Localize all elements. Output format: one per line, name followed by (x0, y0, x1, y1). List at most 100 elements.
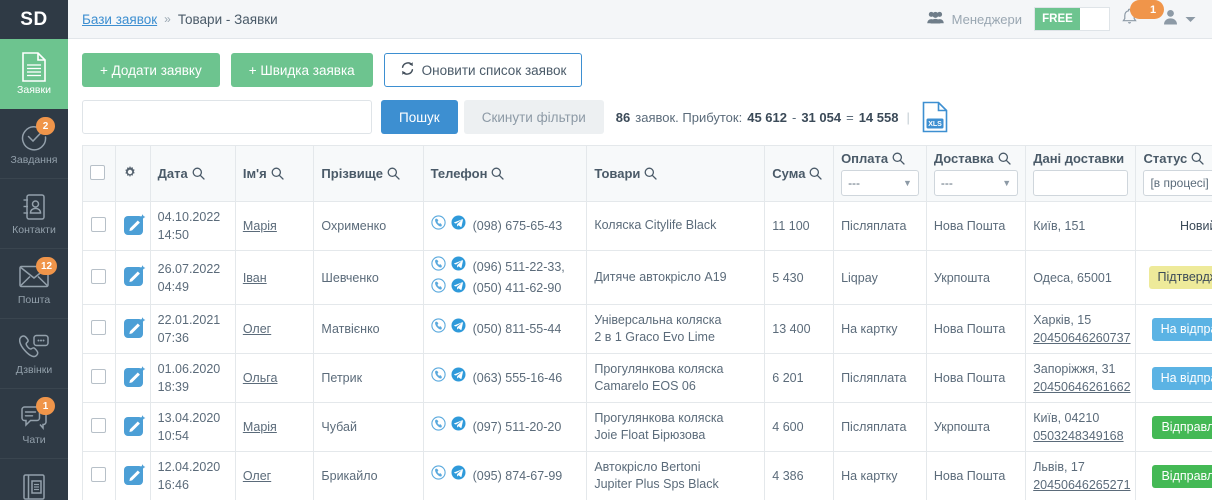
table-row[interactable]: 26.07.202204:49ІванШевченко(096) 511-22-… (83, 251, 1212, 305)
edit-order-icon[interactable] (123, 213, 147, 237)
header-delivery-data-label: Дані доставки (1033, 151, 1124, 166)
delivery-filter-select[interactable]: --- ▼ (934, 170, 1018, 196)
cell-surname: Брикайло (314, 452, 423, 500)
search-icon[interactable] (1191, 152, 1204, 165)
viber-icon[interactable] (431, 215, 446, 237)
row-checkbox[interactable] (91, 269, 106, 284)
search-icon[interactable] (271, 167, 284, 180)
status-badge[interactable]: Підтверджено (1149, 266, 1212, 289)
status-filter-select[interactable]: [в процесі] ▼ (1143, 170, 1212, 196)
payment-filter-select[interactable]: --- ▼ (841, 170, 919, 196)
select-all-checkbox[interactable] (90, 165, 105, 180)
viber-icon[interactable] (431, 318, 446, 340)
sidebar-item-5[interactable]: Дзвінки (0, 319, 68, 389)
telegram-icon[interactable] (451, 367, 466, 389)
header-goods-cell: Товари (587, 146, 765, 202)
search-button[interactable]: Пошук (381, 100, 458, 134)
search-icon[interactable] (809, 167, 822, 180)
cell-name: Іван (235, 251, 314, 305)
status-badge[interactable]: На відправку (1152, 318, 1212, 341)
viber-icon[interactable] (431, 278, 446, 300)
customer-name-link[interactable]: Ольга (243, 371, 278, 385)
edit-order-icon[interactable] (123, 463, 147, 487)
add-order-button[interactable]: + Додати заявку (82, 53, 220, 87)
search-input[interactable] (82, 100, 372, 134)
breadcrumb-link-databases[interactable]: Бази заявок (82, 12, 157, 27)
telegram-icon[interactable] (451, 416, 466, 438)
sidebar-item-7[interactable]: Документи (0, 459, 68, 500)
search-icon[interactable] (644, 167, 657, 180)
telegram-icon[interactable] (451, 318, 466, 340)
search-icon[interactable] (387, 167, 400, 180)
search-icon[interactable] (491, 167, 504, 180)
customer-name-link[interactable]: Олег (243, 469, 271, 483)
status-badge[interactable]: Відправлено (1152, 416, 1212, 439)
sidebar-item-4[interactable]: 12Пошта (0, 249, 68, 319)
table-row[interactable]: 13.04.202010:54МаріяЧубай(097) 511-20-20… (83, 403, 1212, 452)
header-date-cell: Дата (150, 146, 235, 202)
reset-filters-button[interactable]: Скинути фільтри (464, 100, 604, 134)
xls-export-icon[interactable]: XLS (922, 101, 948, 133)
cell-payment: На картку (834, 305, 927, 354)
header-delivery-label: Доставка (934, 151, 994, 166)
quick-order-button[interactable]: + Швидка заявка (231, 53, 373, 87)
delivery-tracking-number[interactable]: 20450646265271 (1033, 476, 1128, 494)
cell-delivery: Нова Пошта (926, 305, 1025, 354)
order-date: 01.06.2020 (158, 360, 228, 378)
table-row[interactable]: 04.10.202214:50МаріяОхрименко(098) 675-6… (83, 202, 1212, 251)
edit-order-icon[interactable] (123, 365, 147, 389)
edit-order-icon[interactable] (123, 264, 147, 288)
viber-icon[interactable] (431, 256, 446, 278)
telegram-icon[interactable] (451, 215, 466, 237)
gear-icon[interactable] (123, 165, 137, 179)
search-icon[interactable] (998, 152, 1011, 165)
row-checkbox[interactable] (91, 418, 106, 433)
delivery-address: Одеса, 65001 (1033, 269, 1128, 287)
viber-icon[interactable] (431, 367, 446, 389)
telegram-icon[interactable] (451, 256, 466, 278)
delivery-data-filter-input[interactable] (1033, 170, 1128, 196)
orders-table-container: Дата Ім'я (68, 145, 1212, 500)
sidebar-item-6[interactable]: 1Чати (0, 389, 68, 459)
managers-label: Менеджери (952, 12, 1022, 27)
search-icon[interactable] (892, 152, 905, 165)
sidebar-item-2[interactable]: 2Завдання (0, 109, 68, 179)
delivery-tracking-number[interactable]: 0503248349168 (1033, 427, 1128, 445)
notifications-button[interactable]: 1 (1122, 8, 1151, 30)
cell-phone: (097) 511-20-20 (423, 403, 587, 452)
sidebar-item-1[interactable]: Заявки (0, 39, 68, 109)
search-icon[interactable] (192, 167, 205, 180)
cell-goods: Автокрісло BertoniJupiter Plus Sps Black (587, 452, 765, 500)
edit-order-icon[interactable] (123, 414, 147, 438)
customer-name-link[interactable]: Іван (243, 271, 267, 285)
status-badge[interactable]: На відправку (1152, 367, 1212, 390)
sidebar-item-3[interactable]: Контакти (0, 179, 68, 249)
row-checkbox[interactable] (91, 217, 106, 232)
plan-indicator[interactable]: FREE (1034, 7, 1110, 31)
edit-order-icon[interactable] (123, 316, 147, 340)
goods-line: Joie Float Бірюзова (594, 427, 757, 445)
table-row[interactable]: 01.06.202018:39ОльгаПетрик(063) 555-16-4… (83, 354, 1212, 403)
viber-icon[interactable] (431, 465, 446, 487)
sidebar: SD Заявки2ЗавданняКонтакти12Пошта Дзвінки… (0, 0, 68, 500)
viber-icon[interactable] (431, 416, 446, 438)
telegram-icon[interactable] (451, 278, 466, 300)
managers-button[interactable]: Менеджери (927, 11, 1022, 27)
customer-name-link[interactable]: Марія (243, 219, 277, 233)
user-menu-button[interactable] (1163, 9, 1200, 30)
row-checkbox[interactable] (91, 467, 106, 482)
status-badge[interactable]: Відправлено (1152, 465, 1212, 488)
telegram-icon[interactable] (451, 465, 466, 487)
customer-name-link[interactable]: Марія (243, 420, 277, 434)
row-checkbox[interactable] (91, 320, 106, 335)
sidebar-item-label: Дзвінки (16, 365, 52, 376)
table-row[interactable]: 22.01.202107:36ОлегМатвієнко(050) 811-55… (83, 305, 1212, 354)
brand-logo[interactable]: SD (0, 0, 68, 39)
delivery-tracking-number[interactable]: 20450646260737 (1033, 329, 1128, 347)
phone-number: (050) 411-62-90 (473, 278, 562, 299)
refresh-orders-button[interactable]: Оновити список заявок (384, 53, 583, 87)
table-row[interactable]: 12.04.202016:46ОлегБрикайло(095) 874-67-… (83, 452, 1212, 500)
delivery-tracking-number[interactable]: 20450646261662 (1033, 378, 1128, 396)
customer-name-link[interactable]: Олег (243, 322, 271, 336)
row-checkbox[interactable] (91, 369, 106, 384)
